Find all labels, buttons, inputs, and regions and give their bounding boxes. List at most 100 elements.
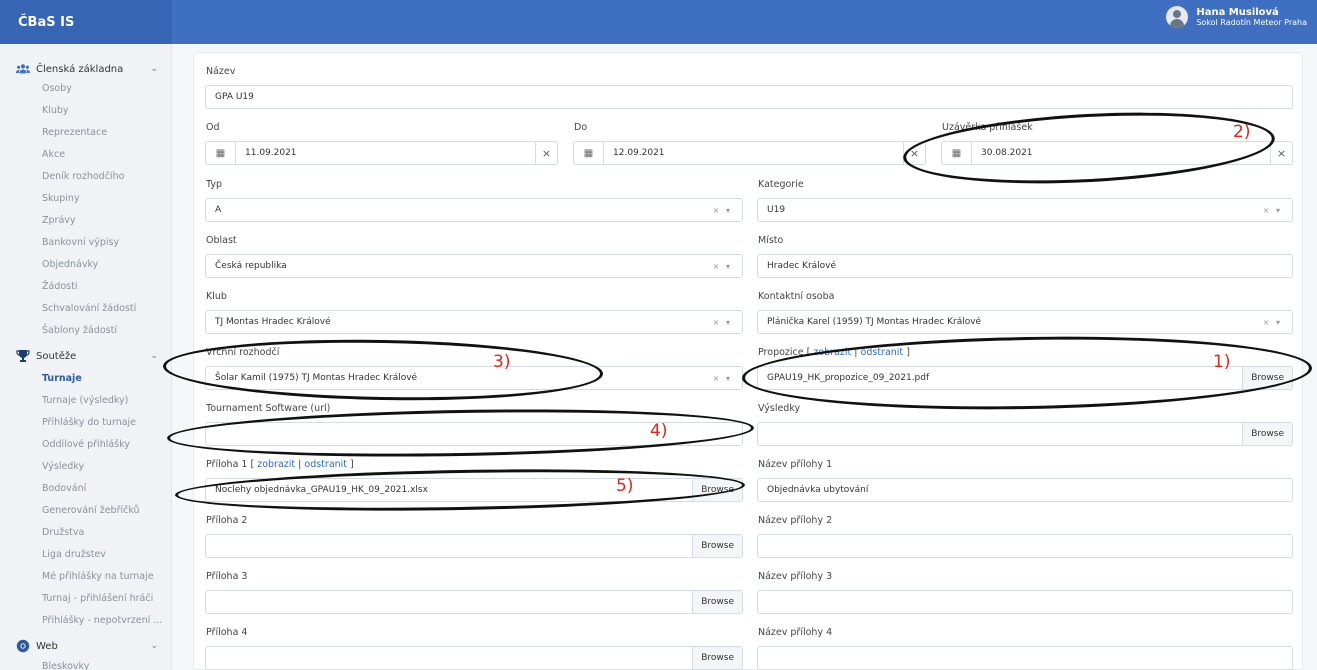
sidebar-item-reprezentace[interactable]: Reprezentace [42,122,107,144]
sidebar-item-skupiny[interactable]: Skupiny [42,188,80,210]
kontakt-select[interactable]: Plánička Karel (1959) TJ Montas Hradec K… [757,310,1293,334]
misto-input[interactable]: Hradec Králové [757,254,1293,278]
sidebar-item-turnaje[interactable]: Turnaje [42,368,82,390]
select-clear-chevron-icon[interactable]: × ▾ [713,374,732,383]
sidebar-item-kluby[interactable]: Kluby [42,100,69,122]
sidebar-item-prihlasky-do-turnaje[interactable]: Přihlášky do turnaje [42,412,136,434]
label-klub: Klub [206,291,227,302]
browse-button[interactable]: Browse [692,647,742,669]
label-nazev4: Název přílohy 4 [758,627,833,638]
nazev-input[interactable]: GPA U19 [205,85,1293,109]
uzaverka-date-input[interactable]: ▦ 30.08.2021 × [941,141,1293,165]
label-do: Do [574,122,588,133]
sidebar-item-me-prihlasky[interactable]: Mé přihlášky na turnaje [42,566,154,588]
sidebar-item-prihlaseni-hraci[interactable]: Turnaj - přihlášení hráči [42,588,153,610]
clear-icon[interactable]: × [535,142,557,164]
sidebar-item-denik-rozhodciho[interactable]: Deník rozhodčího [42,166,124,188]
nazev1-value: Objednávka ubytování [767,485,869,495]
select-clear-chevron-icon[interactable]: × ▾ [1263,206,1282,215]
label-priloha1: Příloha 1 [ zobrazit | odstranit ] [206,459,354,470]
annotation-label-4: 4) [650,421,668,441]
kategorie-value: U19 [767,205,786,215]
propozice-label-text: Propozice [758,347,804,358]
label-kontakt: Kontaktní osoba [758,291,835,302]
calendar-icon[interactable]: ▦ [206,142,236,164]
propozice-remove-link[interactable]: odstranit [861,347,904,358]
nazev1-input[interactable]: Objednávka ubytování [757,478,1293,502]
calendar-icon[interactable]: ▦ [942,142,972,164]
do-date-input[interactable]: ▦ 12.09.2021 × [573,141,926,165]
label-typ: Typ [206,179,222,190]
chevron-down-icon: ⌄ [150,64,158,74]
od-date-input[interactable]: ▦ 11.09.2021 × [205,141,558,165]
oblast-value: Česká republika [215,261,287,271]
rozhodci-value: Šolar Kamil (1975) TJ Montas Hradec Král… [215,373,418,383]
browse-button[interactable]: Browse [1242,367,1292,389]
misto-value: Hradec Králové [767,261,837,271]
sidebar-item-vysledky[interactable]: Výsledky [42,456,84,478]
sidebar-section-label: Členská základna [36,63,124,75]
browse-button[interactable]: Browse [692,479,742,501]
label-rozhodci: Vrchní rozhodčí [206,347,280,358]
priloha1-file-input[interactable]: Noclehy objednávka_GPAU19_HK_09_2021.xls… [205,478,743,502]
nazev4-input[interactable] [757,646,1293,670]
sidebar-section-web[interactable]: Web ⌄ [0,635,172,657]
select-clear-chevron-icon[interactable]: × ▾ [713,318,732,327]
browse-button[interactable]: Browse [1242,423,1292,445]
sidebar-item-turnaje-vysledky[interactable]: Turnaje (výsledky) [42,390,128,412]
sidebar-item-sablony-zadosti[interactable]: Šablony žádostí [42,320,117,342]
label-oblast: Oblast [206,235,237,246]
sidebar-item-objednavky[interactable]: Objednávky [42,254,98,276]
sidebar-item-schvalovani-zadosti[interactable]: Schvalování žádostí [42,298,136,320]
sidebar-item-zpravy[interactable]: Zprávy [42,210,76,232]
sidebar-item-akce[interactable]: Akce [42,144,65,166]
kontakt-value: Plánička Karel (1959) TJ Montas Hradec K… [767,317,982,327]
browse-button[interactable]: Browse [692,535,742,557]
rozhodci-select[interactable]: Šolar Kamil (1975) TJ Montas Hradec Král… [205,366,743,390]
select-clear-chevron-icon[interactable]: × ▾ [713,262,732,271]
priloha4-file-input[interactable]: Browse [205,646,743,670]
trophy-icon [16,349,30,363]
oblast-select[interactable]: Česká republika × ▾ [205,254,743,278]
priloha3-file-input[interactable]: Browse [205,590,743,614]
sidebar-item-osoby[interactable]: Osoby [42,78,72,100]
priloha1-show-link[interactable]: zobrazit [257,459,295,470]
priloha2-file-input[interactable]: Browse [205,534,743,558]
sidebar-item-druzstva[interactable]: Družstva [42,522,84,544]
klub-select[interactable]: TJ Montas Hradec Králové × ▾ [205,310,743,334]
label-misto: Místo [758,235,784,246]
propozice-show-link[interactable]: zobrazit [813,347,851,358]
priloha1-value: Noclehy objednávka_GPAU19_HK_09_2021.xls… [215,485,428,495]
kategorie-select[interactable]: U19 × ▾ [757,198,1293,222]
vysledky-file-input[interactable]: Browse [757,422,1293,446]
sidebar-item-zadosti[interactable]: Žádosti [42,276,78,298]
sidebar-item-bankovni-vypisy[interactable]: Bankovní výpisy [42,232,119,254]
app-title[interactable]: ČBaS IS [0,0,172,44]
sidebar-item-bleskovky[interactable]: Bleskovky [42,656,89,670]
sidebar-section-label: Web [36,640,58,652]
label-priloha4: Příloha 4 [206,627,248,638]
calendar-icon[interactable]: ▦ [574,142,604,164]
sidebar-item-liga-druzstev[interactable]: Liga družstev [42,544,106,566]
clear-icon[interactable]: × [1270,142,1292,164]
sidebar-item-oddilove-prihlasky[interactable]: Oddílové přihlášky [42,434,130,456]
label-nazev: Název [206,66,236,77]
typ-select[interactable]: A × ▾ [205,198,743,222]
user-menu[interactable]: Hana Musilová Sokol Radotín Meteor Praha [1166,6,1307,28]
sidebar-item-bodovani[interactable]: Bodování [42,478,86,500]
browse-button[interactable]: Browse [692,591,742,613]
nazev3-input[interactable] [757,590,1293,614]
sidebar-section-members[interactable]: Členská základna ⌄ [0,58,172,80]
nazev2-input[interactable] [757,534,1293,558]
clear-icon[interactable]: × [903,142,925,164]
sidebar-item-nepotvrzene-prihlasky[interactable]: Přihlášky - nepotvrzení ... [42,610,162,632]
select-clear-chevron-icon[interactable]: × ▾ [1263,318,1282,327]
annotation-label-3: 3) [493,352,511,372]
sidebar-section-competitions[interactable]: Soutěže ⌄ [0,345,172,367]
sidebar-item-generovani-zebricku[interactable]: Generování žebříčků [42,500,140,522]
select-clear-chevron-icon[interactable]: × ▾ [713,206,732,215]
priloha1-remove-link[interactable]: odstranit [304,459,347,470]
typ-value: A [215,205,222,215]
annotation-label-5: 5) [616,476,634,496]
sidebar: Členská základna ⌄ Osoby Kluby Reprezent… [0,44,172,670]
